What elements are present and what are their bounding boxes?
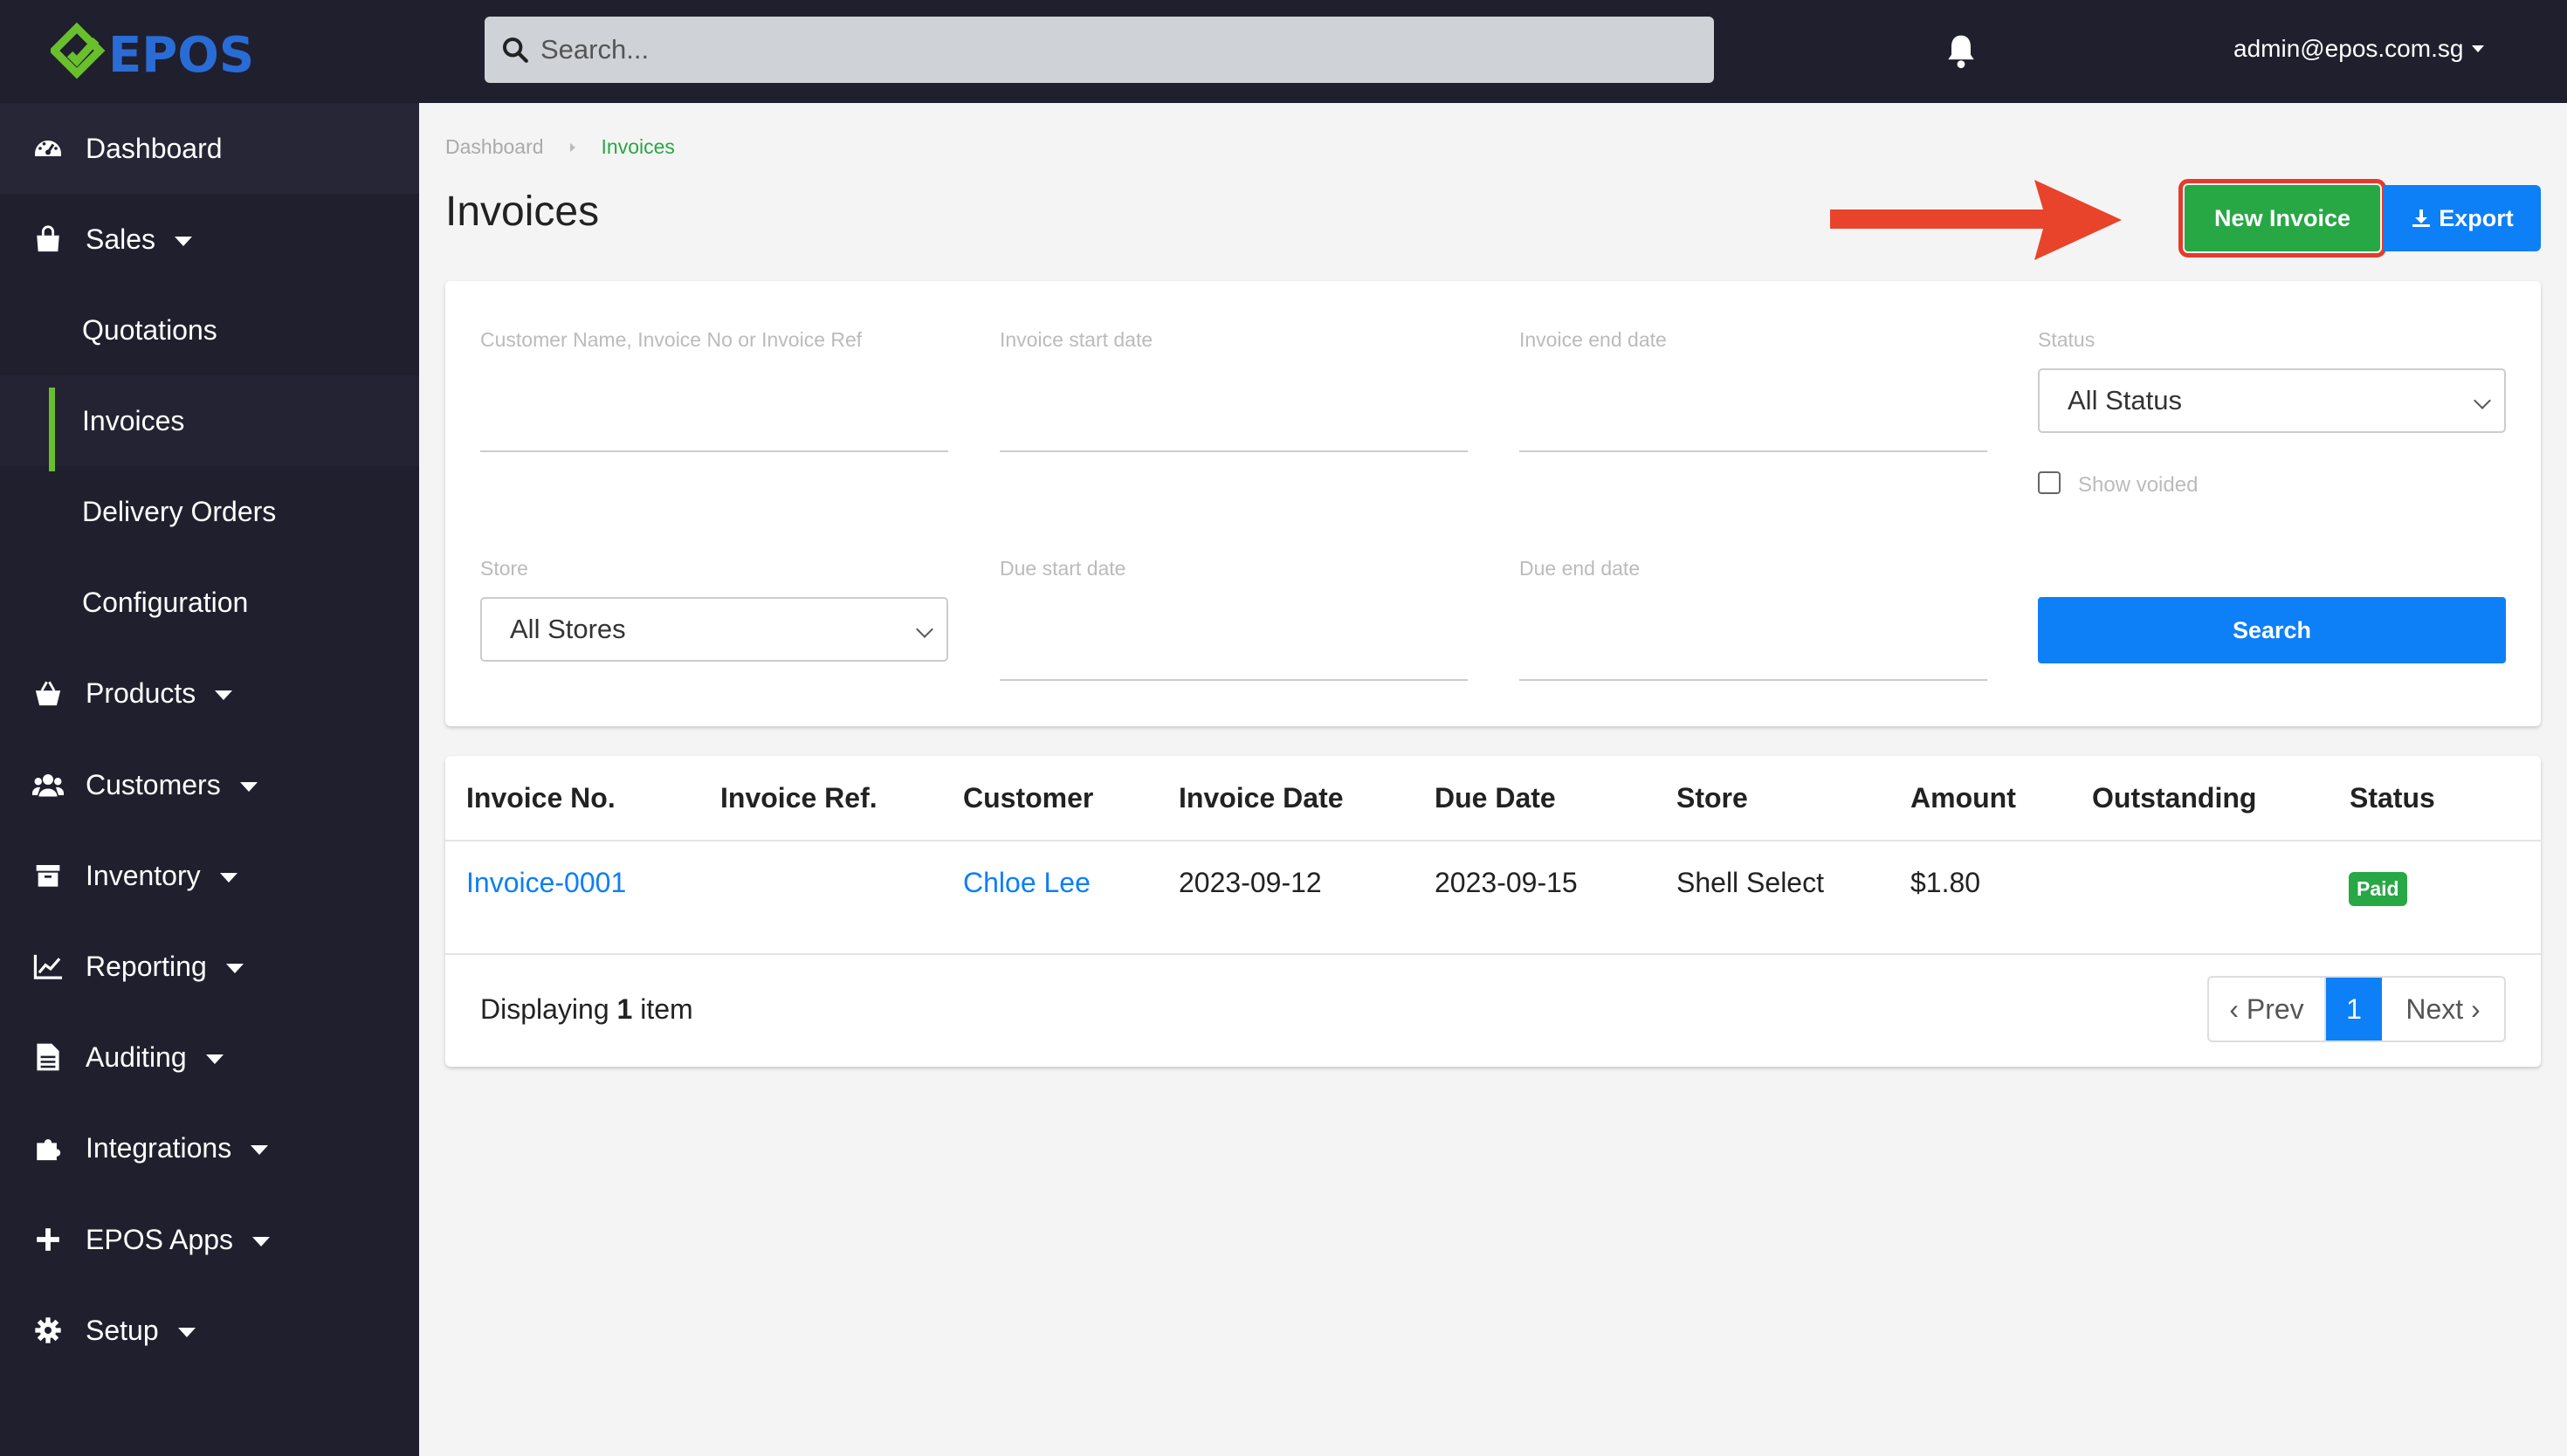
chevron-down-icon [215, 690, 233, 700]
sidebar-item-sales[interactable]: Sales [0, 194, 419, 285]
chevron-down-icon [175, 236, 193, 246]
search-icon [502, 37, 528, 63]
sidebar-item-integrations[interactable]: Integrations [0, 1102, 419, 1193]
sidebar-item-invoices[interactable]: Invoices [0, 375, 419, 471]
store-select[interactable]: All Stores [480, 597, 948, 662]
column-header-due-date[interactable]: Due Date [1435, 782, 1556, 814]
filter-panel: Customer Name, Invoice No or Invoice Ref… [445, 281, 2541, 726]
chevron-down-icon [916, 621, 933, 638]
customer-filter-input[interactable] [480, 391, 948, 452]
prev-page-button[interactable]: ‹ Prev [2209, 978, 2326, 1040]
sidebar-item-quotations[interactable]: Quotations [0, 285, 419, 375]
epos-logo[interactable]: EPOS [51, 21, 260, 82]
sidebar-item-reporting[interactable]: Reporting [0, 921, 419, 1012]
tachometer-icon [31, 132, 65, 165]
column-header-amount[interactable]: Amount [1910, 782, 2016, 814]
status-select[interactable]: All Status [2038, 368, 2506, 433]
export-button[interactable]: Export [2384, 185, 2541, 251]
sidebar-item-delivery-orders[interactable]: Delivery Orders [0, 466, 419, 557]
customer-link[interactable]: Chloe Lee [963, 867, 1091, 899]
amount-cell: $1.80 [1910, 867, 1981, 898]
new-invoice-button[interactable]: New Invoice [2178, 179, 2386, 258]
bell-icon[interactable] [1942, 31, 1980, 72]
invoice-start-date-input[interactable] [1000, 391, 1468, 452]
breadcrumb: Dashboard Invoices [445, 135, 675, 159]
column-header-outstanding[interactable]: Outstanding [2092, 782, 2256, 814]
due-end-date-input[interactable] [1519, 620, 1987, 681]
status-badge: Paid [2349, 872, 2407, 906]
sidebar-item-epos-apps[interactable]: EPOS Apps [0, 1194, 419, 1285]
breadcrumb-current: Invoices [601, 135, 675, 158]
chevron-down-icon [225, 963, 244, 973]
item-count: Displaying 1 item [480, 993, 693, 1025]
show-voided-checkbox[interactable] [2038, 471, 2061, 494]
header-divider [445, 840, 2541, 841]
due-date-cell: 2023-09-15 [1435, 867, 1578, 898]
status-filter-label: Status [2038, 328, 2096, 351]
breadcrumb-separator-icon [569, 142, 575, 152]
next-page-button[interactable]: Next › [2382, 978, 2504, 1040]
due-end-date-label: Due end date [1519, 557, 1641, 580]
global-search[interactable] [485, 17, 1714, 83]
svg-text:EPOS: EPOS [108, 27, 254, 82]
due-start-date-label: Due start date [1000, 557, 1126, 580]
line-chart-icon [31, 950, 65, 983]
chevron-down-icon [205, 1054, 224, 1064]
invoice-end-date-label: Invoice end date [1519, 328, 1667, 351]
sidebar: Dashboard Sales Quotations Invoices Deli… [0, 103, 419, 1456]
column-header-invoice-date[interactable]: Invoice Date [1179, 782, 1344, 814]
chevron-down-icon [251, 1236, 270, 1247]
search-button[interactable]: Search [2038, 597, 2506, 663]
chevron-down-icon [239, 781, 258, 792]
archive-box-icon [31, 859, 65, 892]
customer-filter-label: Customer Name, Invoice No or Invoice Ref [480, 328, 863, 351]
column-header-invoice-ref[interactable]: Invoice Ref. [720, 782, 877, 814]
due-start-date-input[interactable] [1000, 620, 1468, 681]
column-header-customer[interactable]: Customer [963, 782, 1093, 814]
invoice-date-cell: 2023-09-12 [1179, 867, 1322, 898]
show-voided-label: Show voided [2078, 473, 2199, 497]
sidebar-item-customers[interactable]: Customers [0, 739, 419, 830]
puzzle-piece-icon [31, 1131, 65, 1164]
chevron-down-icon [251, 1144, 269, 1155]
sidebar-item-products[interactable]: Products [0, 648, 419, 738]
plus-icon [31, 1223, 65, 1256]
store-cell: Shell Select [1676, 867, 1824, 898]
breadcrumb-home[interactable]: Dashboard [445, 135, 544, 159]
footer-divider [445, 953, 2541, 955]
invoices-table: Invoice No. Invoice Ref. Customer Invoic… [445, 756, 2541, 1067]
page-title: Invoices [445, 189, 600, 235]
pagination: ‹ Prev 1 Next › [2207, 976, 2506, 1042]
invoice-link[interactable]: Invoice-0001 [466, 867, 626, 899]
shopping-bag-icon [31, 223, 65, 256]
chevron-down-icon [219, 872, 237, 883]
gear-icon [31, 1314, 65, 1347]
column-header-invoice-no[interactable]: Invoice No. [466, 782, 616, 814]
annotation-arrow-icon [1830, 180, 2122, 260]
users-icon [31, 768, 65, 801]
store-filter-label: Store [480, 557, 528, 580]
column-header-store[interactable]: Store [1676, 782, 1748, 814]
sidebar-item-setup[interactable]: Setup [0, 1285, 419, 1376]
sidebar-item-inventory[interactable]: Inventory [0, 830, 419, 921]
shopping-basket-icon [31, 676, 65, 710]
chevron-down-icon [2472, 45, 2485, 52]
chevron-down-icon [177, 1327, 196, 1337]
column-header-status[interactable]: Status [2350, 782, 2435, 814]
download-icon [2412, 209, 2431, 227]
sidebar-item-auditing[interactable]: Auditing [0, 1012, 419, 1102]
sidebar-item-dashboard[interactable]: Dashboard [0, 103, 419, 194]
invoice-start-date-label: Invoice start date [1000, 328, 1153, 351]
page-1-button[interactable]: 1 [2326, 978, 2382, 1040]
user-email: admin@epos.com.sg [2233, 35, 2464, 62]
user-menu[interactable]: admin@epos.com.sg [2233, 35, 2485, 63]
top-bar: EPOS admin@epos.com.sg [0, 0, 2567, 103]
chevron-down-icon [2474, 392, 2491, 409]
sidebar-item-configuration[interactable]: Configuration [0, 557, 419, 648]
file-text-icon [31, 1040, 65, 1074]
invoice-end-date-input[interactable] [1519, 391, 1987, 452]
search-input[interactable] [540, 34, 1676, 65]
